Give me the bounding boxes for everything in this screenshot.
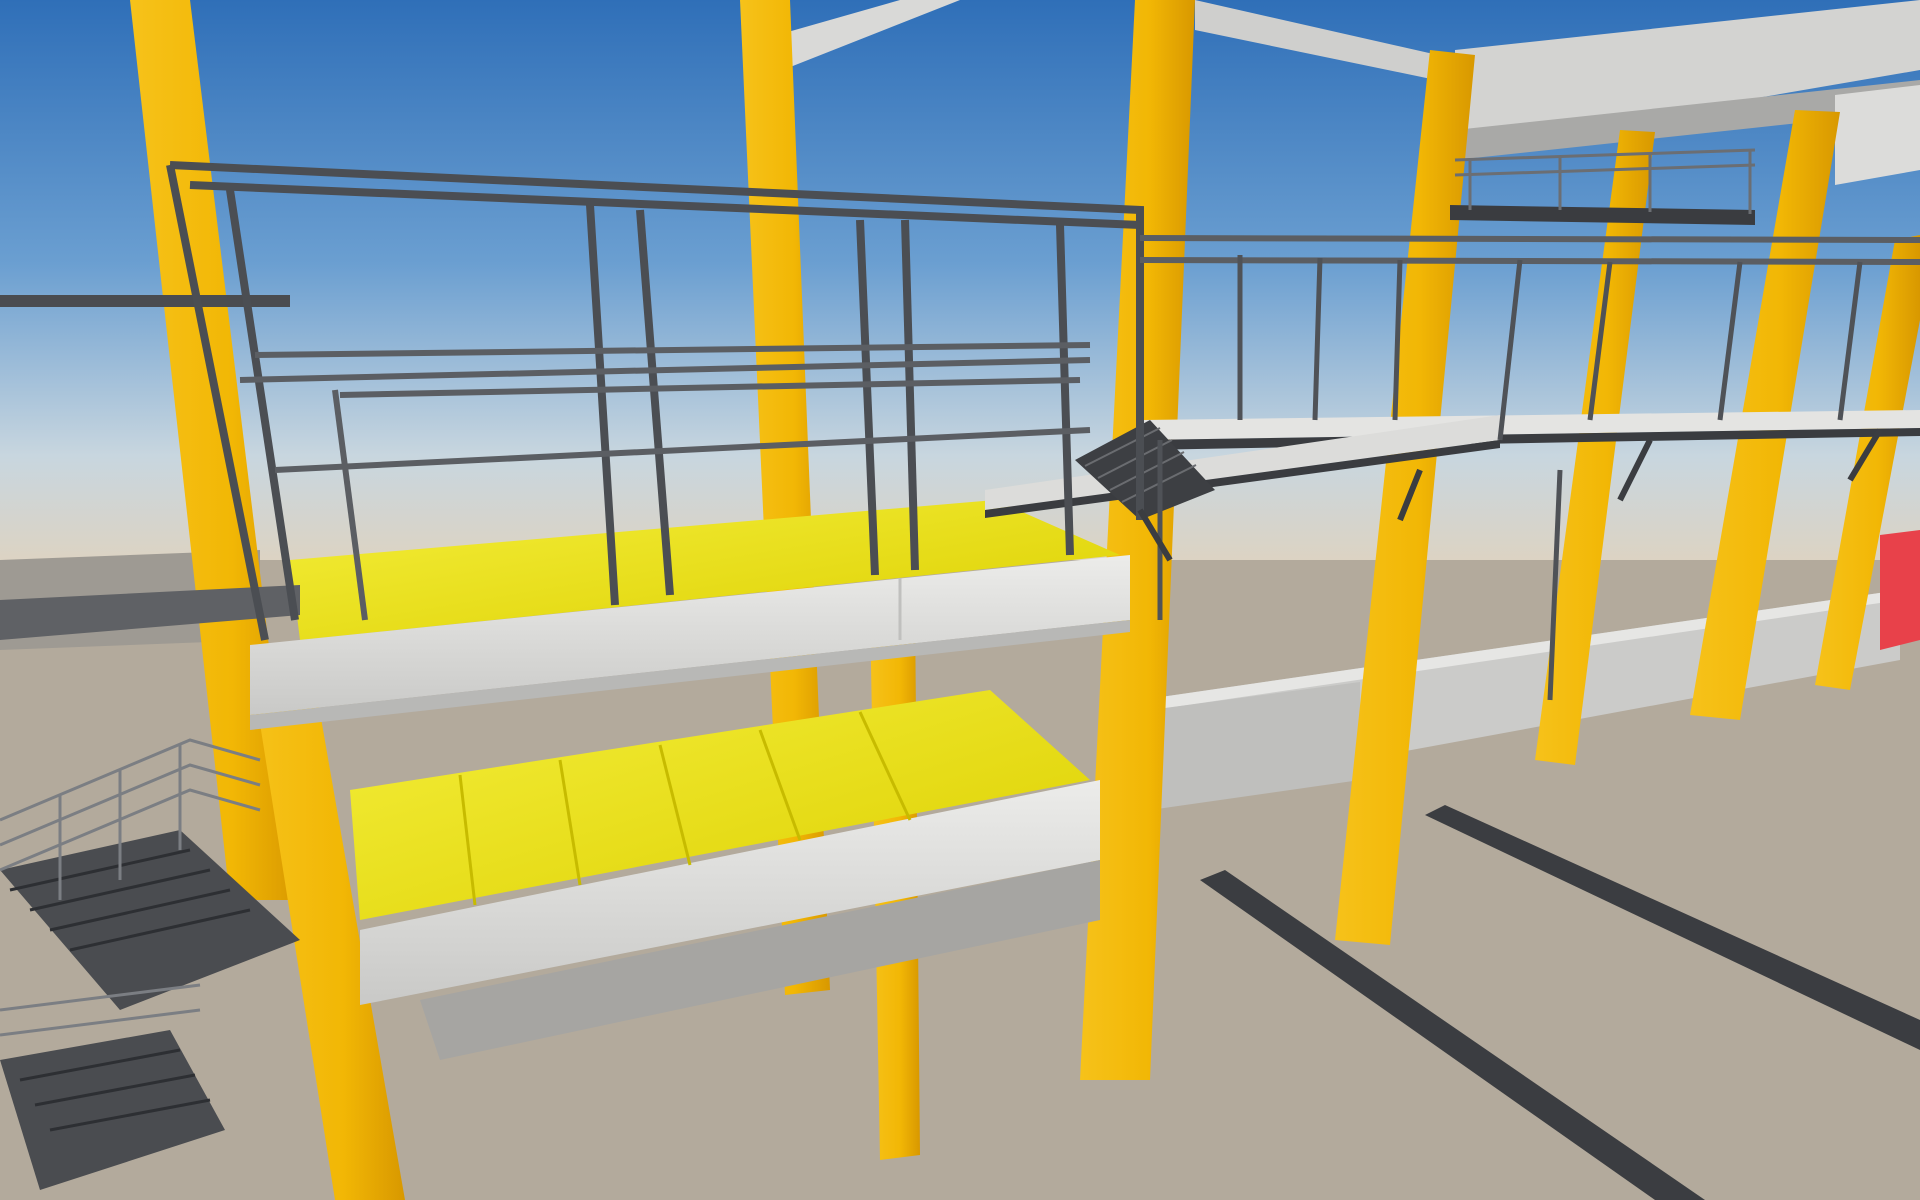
3d-viewport[interactable] (0, 0, 1920, 1200)
right-beam-end (1835, 85, 1920, 185)
red-wall-segment (1880, 530, 1920, 650)
scene-canvas[interactable] (0, 0, 1920, 1200)
